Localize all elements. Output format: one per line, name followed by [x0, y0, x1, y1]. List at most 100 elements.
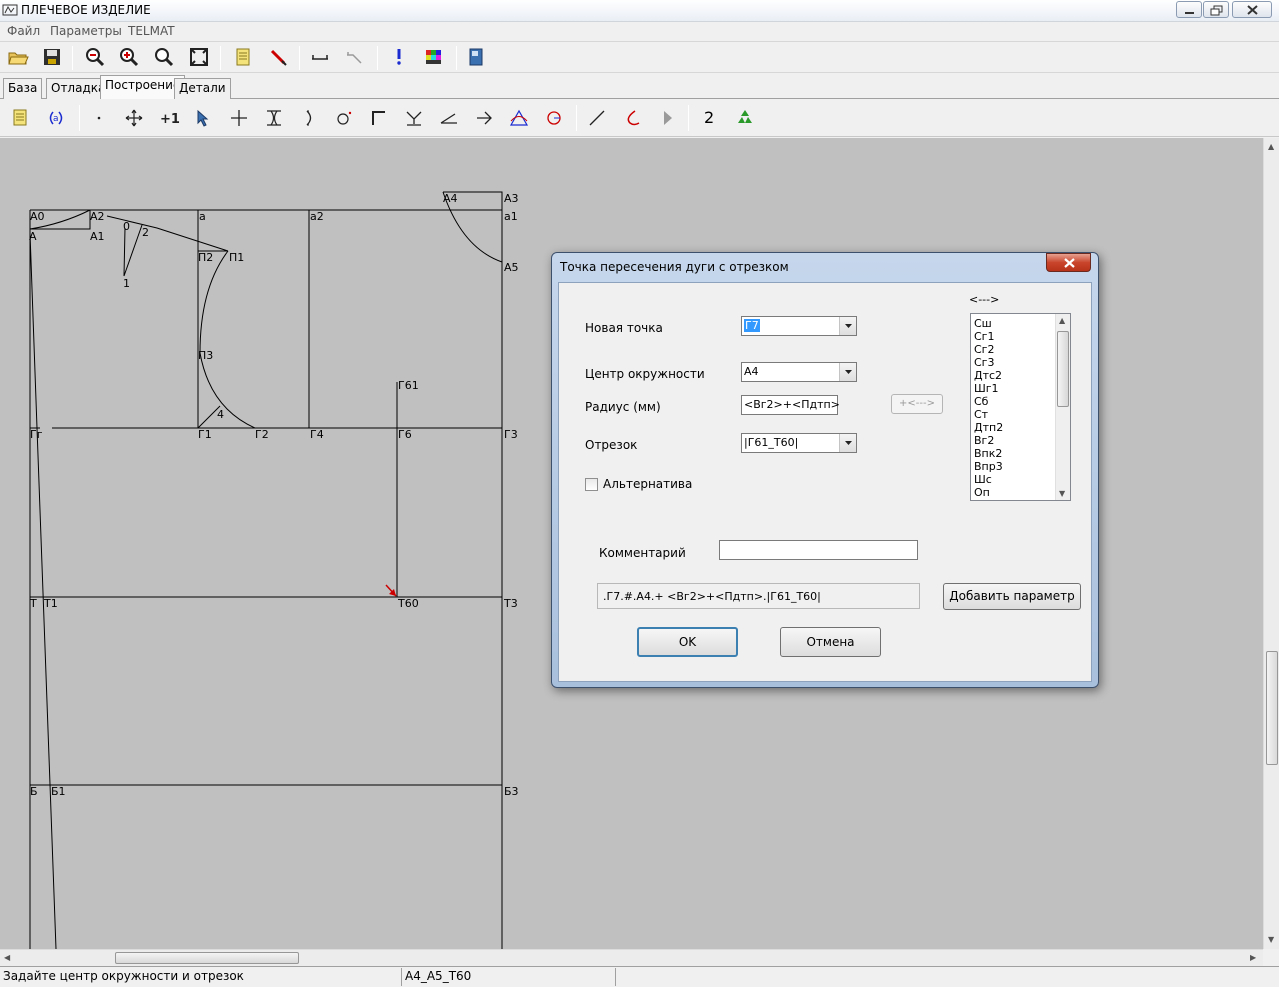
close-window-button[interactable]: [1232, 1, 1272, 18]
point-label: Г61: [398, 379, 419, 392]
open-button[interactable]: [6, 45, 30, 69]
variable-button[interactable]: a: [44, 106, 68, 130]
cancel-button[interactable]: Отмена: [780, 627, 881, 657]
new-point-combo[interactable]: Г7: [741, 316, 857, 336]
list-item[interactable]: Впр3: [974, 460, 1003, 473]
menu-file[interactable]: Файл: [7, 24, 40, 38]
direction-tool[interactable]: [472, 106, 496, 130]
list-item[interactable]: Ст: [974, 408, 988, 421]
scroll-down-icon[interactable]: ▼: [1059, 489, 1065, 498]
move-tool[interactable]: [122, 106, 146, 130]
dialog-close-button[interactable]: [1046, 253, 1091, 272]
list-item[interactable]: Сг2: [974, 343, 994, 356]
dropdown-button[interactable]: [839, 434, 856, 452]
list-item[interactable]: Оп: [974, 486, 990, 499]
triangle-arc-tool[interactable]: [507, 106, 531, 130]
tab-construction[interactable]: Построение: [100, 75, 186, 99]
recycle-button[interactable]: [733, 106, 757, 130]
dialog-title: Точка пересечения дуги с отрезком: [560, 260, 789, 274]
ok-button[interactable]: OK: [637, 627, 738, 657]
list-item[interactable]: Шс: [974, 473, 992, 486]
zoom-out-button[interactable]: [83, 45, 107, 69]
list-scrollbar[interactable]: ▲ ▼: [1055, 314, 1070, 500]
scroll-corner: [1263, 949, 1279, 966]
alternative-label: Альтернатива: [603, 477, 693, 491]
book-button[interactable]: [464, 45, 488, 69]
add-param-button[interactable]: Добавить параметр: [943, 583, 1081, 610]
list-item[interactable]: Вг2: [974, 434, 994, 447]
perpendicular-tool[interactable]: [402, 106, 426, 130]
center-label: Центр окружности: [585, 367, 705, 381]
point-label: а: [199, 210, 206, 223]
info-button[interactable]: [387, 45, 411, 69]
scroll-down-icon[interactable]: ▼: [1268, 935, 1274, 944]
point-label: 4: [217, 408, 224, 421]
circle-point-tool[interactable]: [332, 106, 356, 130]
maximize-button[interactable]: [1203, 1, 1229, 18]
tab-base[interactable]: База: [3, 78, 43, 99]
minimize-button[interactable]: [1176, 1, 1202, 18]
circle-arc-tool[interactable]: [542, 106, 566, 130]
ruler-button[interactable]: [308, 45, 332, 69]
list-button[interactable]: [8, 106, 32, 130]
fit-window-button[interactable]: [187, 45, 211, 69]
scroll-right-icon[interactable]: ▶: [1250, 953, 1256, 962]
minimize-icon: [1185, 12, 1194, 14]
pen-tool-button[interactable]: [266, 45, 290, 69]
list-item[interactable]: Впк2: [974, 447, 1002, 460]
list-item[interactable]: Сг1: [974, 330, 994, 343]
dropdown-button[interactable]: [839, 317, 856, 335]
select-tool[interactable]: [192, 106, 216, 130]
palette-button[interactable]: [422, 45, 446, 69]
angle-icon: [440, 113, 457, 124]
line-tool[interactable]: [585, 106, 609, 130]
list-item[interactable]: Сб: [974, 395, 988, 408]
list-item[interactable]: Сг3: [974, 356, 994, 369]
vertical-scrollbar[interactable]: ▲ ▼: [1263, 138, 1279, 949]
title-bar: ПЛЕЧЕВОЕ ИЗДЕЛИЕ: [0, 0, 1279, 22]
menu-parameters[interactable]: Параметры: [50, 24, 122, 38]
scroll-up-icon[interactable]: ▲: [1059, 316, 1065, 325]
point-label: Г6: [398, 428, 412, 441]
insert-param-button: +<--->: [891, 394, 943, 414]
cross-tool[interactable]: [227, 106, 251, 130]
center-value: А4: [744, 365, 759, 378]
point-tool[interactable]: [87, 106, 111, 130]
corner-tool[interactable]: [367, 106, 391, 130]
angle-tool[interactable]: [437, 106, 461, 130]
list-item[interactable]: Сш: [974, 317, 992, 330]
list-item[interactable]: Шг1: [974, 382, 999, 395]
zoom-in-button[interactable]: [117, 45, 141, 69]
horizontal-scrollbar[interactable]: ◀ ▶: [0, 949, 1263, 966]
segment-combo[interactable]: |Г61_Т60|: [741, 433, 857, 453]
scroll-up-icon[interactable]: ▲: [1268, 142, 1274, 151]
alternative-checkbox[interactable]: [585, 478, 598, 491]
center-combo[interactable]: А4: [741, 362, 857, 382]
list-scroll-thumb[interactable]: [1057, 331, 1069, 407]
chevron-down-icon: [845, 441, 852, 445]
radius-input[interactable]: <Вг2>+<Пдтп>: [741, 395, 840, 415]
tab-details[interactable]: Детали: [174, 78, 231, 99]
scroll-left-icon[interactable]: ◀: [4, 953, 10, 962]
vertical-scroll-thumb[interactable]: [1266, 651, 1278, 765]
list-item[interactable]: Дтс2: [974, 369, 1002, 382]
arc-half-tool[interactable]: [297, 106, 321, 130]
save-button[interactable]: [40, 45, 64, 69]
crosshair-icon: [231, 110, 247, 126]
comment-input[interactable]: [719, 540, 918, 560]
counter-button[interactable]: 2: [697, 106, 721, 130]
curve-tool[interactable]: [620, 106, 644, 130]
status-bar: Задайте центр окружности и отрезок А4_А5…: [0, 966, 1279, 987]
list-item[interactable]: Дтп2: [974, 421, 1003, 434]
horizontal-scroll-thumb[interactable]: [115, 952, 299, 964]
notes-button[interactable]: [231, 45, 255, 69]
point-label: Б1: [51, 785, 66, 798]
menu-telmat[interactable]: TELMAT: [128, 24, 175, 38]
zoom-button[interactable]: [152, 45, 176, 69]
dropdown-button[interactable]: [839, 363, 856, 381]
dimension-tool[interactable]: [262, 106, 286, 130]
add-one-tool[interactable]: +1: [157, 106, 181, 130]
move-icon: [125, 109, 143, 127]
params-list[interactable]: Сш Сг1 Сг2 Сг3 Дтс2 Шг1 Сб Ст Дтп2 Вг2 В…: [970, 313, 1071, 501]
status-hint: Задайте центр окружности и отрезок: [3, 969, 244, 983]
